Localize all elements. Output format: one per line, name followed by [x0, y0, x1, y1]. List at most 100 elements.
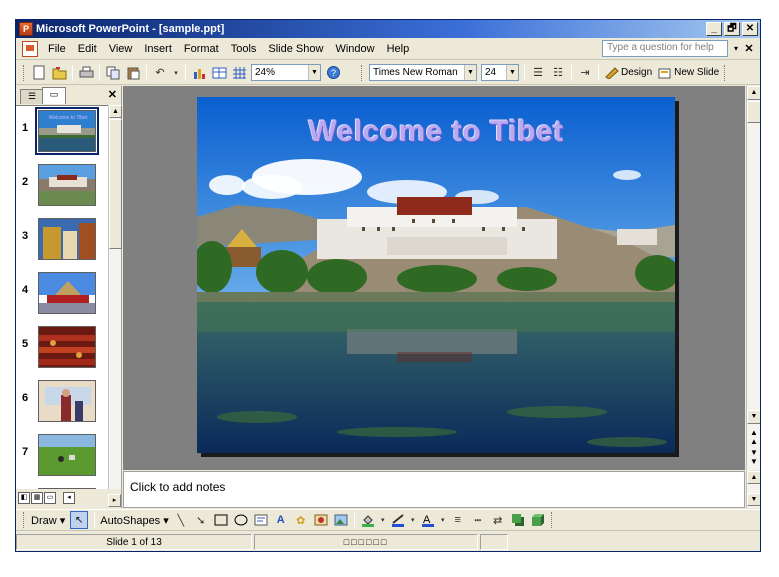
shadow-style-icon[interactable]: [510, 512, 526, 528]
document-icon[interactable]: [22, 40, 38, 57]
grid-icon[interactable]: [231, 65, 247, 81]
line-icon[interactable]: ╲: [173, 512, 189, 528]
tab-outline[interactable]: ☰: [20, 89, 44, 104]
list-item[interactable]: 7: [16, 432, 108, 480]
slide-thumbnail-5[interactable]: [38, 326, 96, 368]
font-name-select[interactable]: Times New Roman ▼: [369, 64, 477, 81]
list-item[interactable]: 4: [16, 270, 108, 318]
close-window-button[interactable]: ✕: [742, 22, 758, 36]
slide-thumbnail-6[interactable]: [38, 380, 96, 422]
undo-dropdown-icon[interactable]: ▾: [172, 65, 180, 81]
scrollbar-thumb[interactable]: [747, 101, 760, 123]
close-document-button[interactable]: ✕: [742, 42, 756, 55]
slide-title[interactable]: Welcome to Tibet: [197, 115, 675, 149]
menu-window[interactable]: Window: [329, 43, 380, 55]
list-item[interactable]: 2: [16, 162, 108, 210]
chevron-down-icon[interactable]: ▼: [506, 65, 518, 80]
select-objects-icon[interactable]: ↖: [70, 511, 89, 529]
arrow-style-icon[interactable]: ⇄: [490, 512, 506, 528]
menu-format[interactable]: Format: [178, 43, 225, 55]
slide-thumbnail-7[interactable]: [38, 434, 96, 476]
restore-button[interactable]: 🗗: [724, 22, 740, 36]
zoom-select[interactable]: 24% ▼: [251, 64, 321, 81]
slide-thumbnail-4[interactable]: [38, 272, 96, 314]
thumbnail-scrollbar[interactable]: ▲: [108, 105, 122, 489]
scroll-up-icon[interactable]: ▲: [747, 471, 760, 484]
print-icon[interactable]: [78, 65, 94, 81]
bullets-icon[interactable]: ☷: [550, 65, 566, 81]
toolbar-overflow[interactable]: [550, 512, 554, 528]
font-color-icon[interactable]: A: [420, 512, 436, 528]
diagram-icon[interactable]: ✿: [293, 512, 309, 528]
list-item[interactable]: 1 Welcome to Tibet: [16, 107, 108, 156]
title-bar[interactable]: P Microsoft PowerPoint - [sample.ppt] _ …: [16, 20, 760, 38]
menu-view[interactable]: View: [103, 43, 139, 55]
menu-file[interactable]: File: [42, 43, 72, 55]
3d-style-icon[interactable]: [530, 512, 546, 528]
slide-scrollbar[interactable]: ▲ ▼ ▲ ▲ ▼ ▼: [746, 86, 760, 470]
design-button[interactable]: Design: [605, 66, 652, 79]
fill-color-dropdown-icon[interactable]: ▾: [380, 512, 386, 528]
insert-picture-icon[interactable]: [333, 512, 349, 528]
scroll-up-icon[interactable]: ▲: [747, 86, 760, 100]
scroll-right-icon[interactable]: ▸: [108, 494, 122, 508]
list-item[interactable]: 6: [16, 378, 108, 426]
list-item[interactable]: [16, 486, 108, 489]
draw-menu-button[interactable]: Draw ▾: [31, 514, 65, 527]
menu-edit[interactable]: Edit: [72, 43, 103, 55]
indent-icon[interactable]: ⇥: [577, 65, 593, 81]
oval-icon[interactable]: [233, 512, 249, 528]
slide-show-view-icon[interactable]: ▭: [44, 492, 56, 504]
clip-art-icon[interactable]: [313, 512, 329, 528]
scroll-left-icon[interactable]: ◂: [63, 492, 75, 504]
notes-pane[interactable]: Click to add notes: [123, 471, 745, 508]
menu-tools[interactable]: Tools: [225, 43, 263, 55]
previous-slide-icon[interactable]: ▲ ▲: [747, 428, 760, 446]
new-icon[interactable]: [31, 65, 47, 81]
font-size-select[interactable]: 24 ▼: [481, 64, 519, 81]
notes-placeholder[interactable]: Click to add notes: [130, 480, 225, 494]
text-box-icon[interactable]: [253, 512, 269, 528]
minimize-button[interactable]: _: [706, 22, 722, 36]
scrollbar-thumb[interactable]: [109, 119, 122, 249]
menu-insert[interactable]: Insert: [138, 43, 178, 55]
slide-canvas[interactable]: Welcome to Tibet: [197, 97, 675, 453]
insert-table-icon[interactable]: [211, 65, 227, 81]
slide-thumbnail-3[interactable]: [38, 218, 96, 260]
toolbar-grip[interactable]: [361, 64, 364, 81]
chevron-down-icon[interactable]: ▼: [308, 65, 320, 80]
slide-sorter-view-icon[interactable]: ▦: [31, 492, 43, 504]
powerpoint-app-icon[interactable]: P: [19, 22, 33, 36]
normal-view-icon[interactable]: ◧: [18, 492, 30, 504]
slide-editing-area[interactable]: Welcome to Tibet: [123, 86, 745, 470]
wordart-icon[interactable]: A: [273, 512, 289, 528]
chevron-down-icon[interactable]: ▼: [464, 65, 476, 80]
scroll-down-icon[interactable]: ▼: [747, 410, 760, 424]
line-style-icon[interactable]: ≡: [450, 512, 466, 528]
fill-color-icon[interactable]: [360, 512, 376, 528]
notes-scrollbar[interactable]: ▲ ▼: [746, 471, 760, 508]
scroll-up-icon[interactable]: ▲: [109, 105, 122, 118]
help-icon[interactable]: ?: [325, 65, 341, 81]
slide-thumbnail-8[interactable]: [38, 488, 96, 489]
menu-slide-show[interactable]: Slide Show: [262, 43, 329, 55]
undo-icon[interactable]: ↶: [152, 65, 168, 81]
rectangle-icon[interactable]: [213, 512, 229, 528]
scroll-right-button[interactable]: ▸: [108, 494, 121, 507]
ask-dropdown-icon[interactable]: ▾: [730, 44, 742, 53]
close-pane-button[interactable]: ✕: [108, 88, 117, 101]
new-slide-button[interactable]: New Slide: [658, 67, 719, 79]
toolbar-grip[interactable]: [23, 512, 26, 528]
numbering-icon[interactable]: ☰: [530, 65, 546, 81]
open-icon[interactable]: [51, 65, 67, 81]
menu-help[interactable]: Help: [381, 43, 416, 55]
scroll-down-icon[interactable]: ▼: [747, 493, 760, 506]
line-color-dropdown-icon[interactable]: ▾: [410, 512, 416, 528]
dash-style-icon[interactable]: ┅: [470, 512, 486, 528]
insert-chart-icon[interactable]: [191, 65, 207, 81]
font-color-dropdown-icon[interactable]: ▾: [440, 512, 446, 528]
slide-thumbnail-2[interactable]: [38, 164, 96, 206]
copy-icon[interactable]: [105, 65, 121, 81]
toolbar-overflow[interactable]: [724, 64, 727, 81]
line-color-icon[interactable]: [390, 512, 406, 528]
